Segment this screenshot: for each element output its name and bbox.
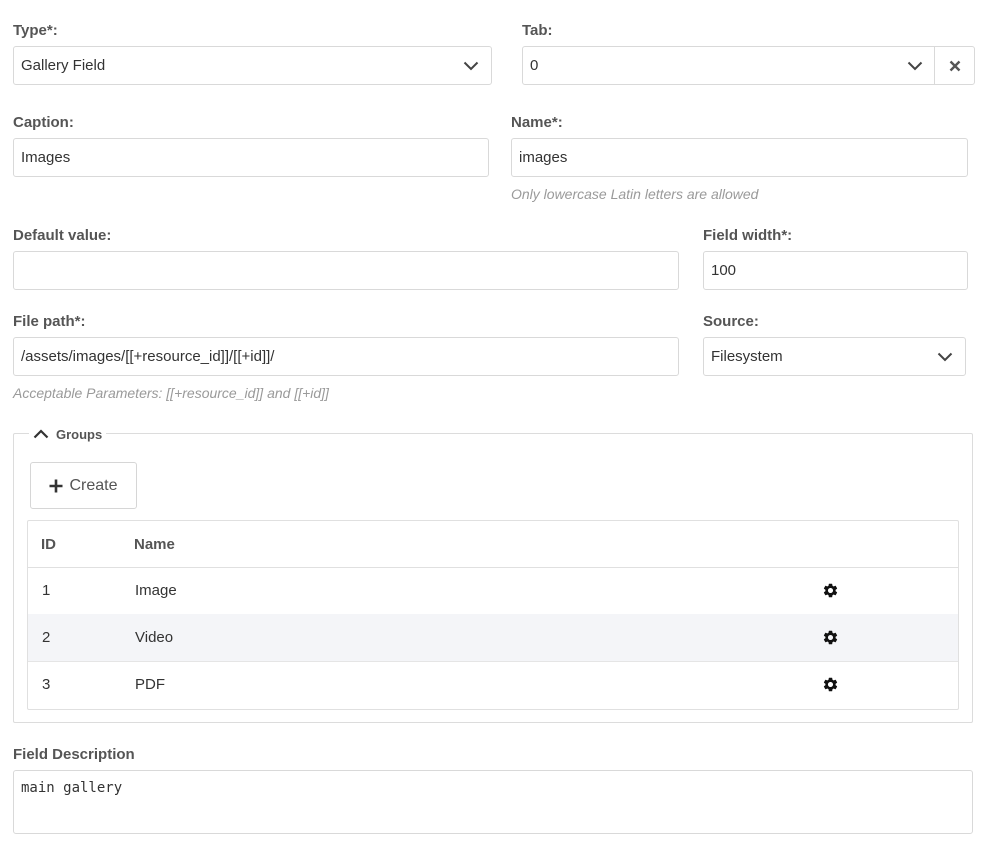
source-select-value: Filesystem <box>711 348 783 365</box>
row-id: 2 <box>42 629 51 646</box>
type-label: Type*: <box>13 22 58 39</box>
table-row[interactable]: 1 Image <box>28 567 958 615</box>
row-name: Image <box>135 582 177 599</box>
name-hint: Only lowercase Latin letters are allowed <box>511 186 759 202</box>
grid-header: ID Name <box>28 521 958 568</box>
name-label: Name*: <box>511 114 563 131</box>
file-path-input[interactable]: /assets/images/[[+resource_id]]/[[+id]]/ <box>13 337 679 376</box>
chevron-down-icon <box>453 47 489 84</box>
file-path-hint: Acceptable Parameters: [[+resource_id]] … <box>13 385 329 401</box>
name-input[interactable]: images <box>511 138 968 177</box>
chevron-down-icon[interactable] <box>897 47 933 84</box>
type-select[interactable]: Gallery Field <box>13 46 492 85</box>
file-path-label: File path*: <box>13 313 86 330</box>
row-id: 3 <box>42 676 51 693</box>
tab-select[interactable]: 0 <box>522 46 975 85</box>
tab-label: Tab: <box>522 22 553 39</box>
row-name: Video <box>135 629 174 646</box>
field-description-textarea[interactable]: main gallery <box>13 770 973 834</box>
gear-icon[interactable] <box>822 661 839 708</box>
plus-icon <box>49 479 63 492</box>
create-group-button[interactable]: Create <box>30 462 137 509</box>
type-select-value: Gallery Field <box>21 57 106 74</box>
source-label: Source: <box>703 313 759 330</box>
caption-label: Caption: <box>13 114 74 131</box>
groups-legend-label: Groups <box>56 426 103 442</box>
table-row[interactable]: 2 Video <box>28 614 958 662</box>
chevron-up-icon[interactable] <box>33 429 49 439</box>
field-width-input[interactable]: 100 <box>703 251 968 290</box>
close-icon <box>949 60 960 71</box>
groups-grid: ID Name 1 Image 2 Video 3 PDF <box>27 520 959 710</box>
source-select[interactable]: Filesystem <box>703 337 966 376</box>
row-name: PDF <box>135 676 165 693</box>
default-value-label: Default value: <box>13 227 112 244</box>
column-header-id[interactable]: ID <box>41 521 56 567</box>
groups-legend[interactable]: Groups <box>29 425 107 443</box>
caption-input[interactable]: Images <box>13 138 489 177</box>
field-width-label: Field width*: <box>703 227 793 244</box>
table-row[interactable]: 3 PDF <box>28 661 958 708</box>
create-button-label: Create <box>69 476 118 494</box>
clear-tab-button[interactable] <box>934 47 974 84</box>
tab-select-value: 0 <box>530 57 539 74</box>
gear-icon[interactable] <box>822 614 839 661</box>
field-description-label: Field Description <box>13 746 135 763</box>
row-id: 1 <box>42 582 51 599</box>
chevron-down-icon <box>927 338 963 375</box>
column-header-name[interactable]: Name <box>134 521 175 567</box>
default-value-input[interactable] <box>13 251 679 290</box>
gear-icon[interactable] <box>822 567 839 614</box>
